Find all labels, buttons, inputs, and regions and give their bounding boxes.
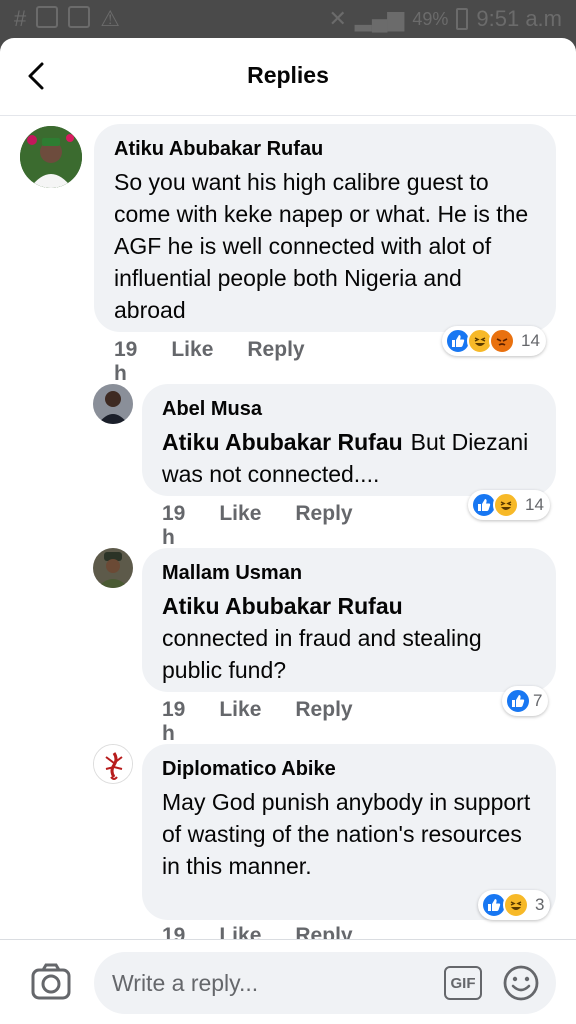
header: Replies <box>0 38 576 116</box>
mute-icon: ✕ <box>328 6 347 31</box>
reaction-summary[interactable]: 14 <box>468 490 550 520</box>
comment-actions: 19 h Like Reply <box>114 338 305 386</box>
comment-text: May God punish anybody in support of was… <box>162 789 531 879</box>
reaction-summary[interactable]: 14 <box>442 326 546 356</box>
haha-icon <box>503 892 529 918</box>
battery-percent: 49% <box>412 8 449 29</box>
like-icon <box>505 688 531 714</box>
comment-actions: 19 h Like Reply <box>162 924 353 939</box>
reply-box[interactable]: GIF <box>94 952 556 1014</box>
comment-text: So you want his high calibre guest to co… <box>114 169 529 323</box>
warning-icon: ⚠ <box>100 6 120 31</box>
message-icon <box>68 6 91 28</box>
mentioned-user[interactable]: Atiku Abubakar Rufau <box>162 590 528 622</box>
reply-composer: GIF <box>0 939 576 1024</box>
status-bar: # ⚠ ✕ ▂▄▆ 49% 9:51 a.m <box>0 0 576 38</box>
like-button[interactable]: Like <box>219 502 261 550</box>
smiley-icon <box>503 965 539 1001</box>
battery-icon <box>456 8 469 30</box>
mentioned-user[interactable]: Atiku Abubakar Rufau <box>162 429 403 455</box>
camera-icon <box>31 963 71 1000</box>
avatar[interactable] <box>20 126 82 188</box>
camera-button[interactable] <box>30 962 72 1002</box>
comment-actions: 19 h Like Reply <box>162 698 353 746</box>
comment-body: connected in fraud and stealing public f… <box>162 625 482 683</box>
reaction-count: 14 <box>521 331 540 350</box>
timestamp: 19 h <box>162 698 186 745</box>
notification-icon: # <box>14 6 27 31</box>
comment-text: Atiku Abubakar Rufau But Diezani was not … <box>162 426 536 490</box>
angry-icon <box>489 328 515 354</box>
signal-icon: ▂▄▆ <box>354 6 405 31</box>
timestamp: 19 h <box>162 502 186 549</box>
like-button[interactable]: Like <box>219 924 261 939</box>
reaction-summary[interactable]: 3 <box>478 890 551 920</box>
replies-sheet: Replies Atiku Abubakar Rufau So you want… <box>0 38 576 1024</box>
reaction-count: 3 <box>535 895 545 914</box>
comment-bubble[interactable]: Atiku Abubakar Rufau So you want his hig… <box>94 124 556 332</box>
haha-icon <box>493 492 519 518</box>
page-title: Replies <box>247 62 329 88</box>
reply-button[interactable]: Reply <box>295 924 352 939</box>
author-name[interactable]: Diplomatico Abike <box>162 756 536 782</box>
author-name[interactable]: Atiku Abubakar Rufau <box>114 136 536 162</box>
author-name[interactable]: Abel Musa <box>162 396 536 422</box>
gallery-icon <box>36 6 59 28</box>
comment-text: Atiku Abubakar Rufau connected in fraud … <box>162 590 536 686</box>
avatar[interactable] <box>93 384 133 424</box>
comment-bubble[interactable]: Abel Musa Atiku Abubakar Rufau But Diezan… <box>142 384 556 496</box>
timestamp: 19 h <box>162 924 186 939</box>
status-icons-left: # ⚠ <box>0 6 120 32</box>
avatar[interactable] <box>93 548 133 588</box>
comment-actions: 19 h Like Reply <box>162 502 353 550</box>
reaction-count: 14 <box>525 495 544 514</box>
like-button[interactable]: Like <box>171 338 213 386</box>
emoji-button[interactable] <box>502 964 540 1002</box>
reply-button[interactable]: Reply <box>295 698 352 746</box>
gif-button[interactable]: GIF <box>444 966 482 1000</box>
reply-button[interactable]: Reply <box>247 338 304 386</box>
reply-input[interactable] <box>112 952 432 1014</box>
timestamp: 19 h <box>114 338 138 385</box>
comment-thread[interactable]: Atiku Abubakar Rufau So you want his hig… <box>0 116 576 939</box>
avatar[interactable] <box>93 744 133 784</box>
like-button[interactable]: Like <box>219 698 261 746</box>
reaction-summary[interactable]: 7 <box>502 686 549 716</box>
reaction-count: 7 <box>533 691 543 710</box>
status-icons-right: ✕ ▂▄▆ 49% 9:51 a.m <box>328 6 562 32</box>
clock: 9:51 a.m <box>476 6 562 31</box>
comment-bubble[interactable]: Mallam Usman Atiku Abubakar Rufau connec… <box>142 548 556 692</box>
reply-button[interactable]: Reply <box>295 502 352 550</box>
author-name[interactable]: Mallam Usman <box>162 560 536 586</box>
